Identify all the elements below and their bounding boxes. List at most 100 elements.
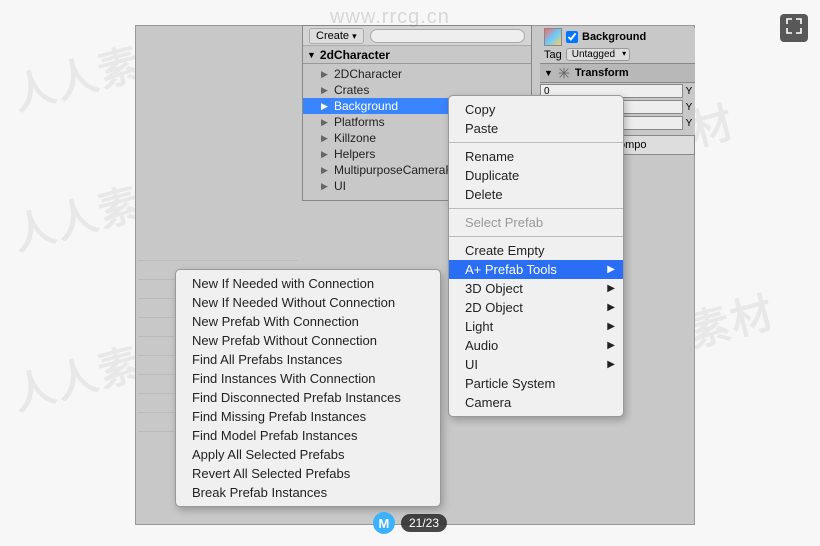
menu-item-label: New Prefab Without Connection	[192, 333, 377, 348]
menu-item-label: Audio	[465, 338, 498, 353]
menu-item-label: New If Needed Without Connection	[192, 295, 395, 310]
menu-item-label: Find Missing Prefab Instances	[192, 409, 366, 424]
menu-item-label: Break Prefab Instances	[192, 485, 327, 500]
menu-item-new-prefab-with-connection[interactable]: New Prefab With Connection	[176, 312, 440, 331]
menu-item-find-instances-with-connection[interactable]: Find Instances With Connection	[176, 369, 440, 388]
menu-item-label: Create Empty	[465, 243, 544, 258]
hierarchy-item-label: Killzone	[334, 131, 376, 145]
triangle-down-icon: ▼	[307, 50, 316, 60]
scene-name: 2dCharacter	[320, 48, 390, 62]
menu-item-copy[interactable]: Copy	[449, 100, 623, 119]
menu-item-label: Delete	[465, 187, 503, 202]
pager: M 21/23	[373, 512, 447, 534]
menu-item-particle-system[interactable]: Particle System	[449, 374, 623, 393]
menu-item-find-model-prefab-instances[interactable]: Find Model Prefab Instances	[176, 426, 440, 445]
create-button[interactable]: Create ▾	[309, 28, 364, 44]
menu-item-new-if-needed-with-connection[interactable]: New If Needed with Connection	[176, 274, 440, 293]
menu-item-rename[interactable]: Rename	[449, 147, 623, 166]
menu-item-label: New If Needed with Connection	[192, 276, 374, 291]
hierarchy-item-2dcharacter[interactable]: ▶ 2DCharacter	[303, 66, 531, 82]
menu-item-audio[interactable]: Audio ▶	[449, 336, 623, 355]
axis-label: Y	[683, 102, 695, 113]
menu-separator	[449, 236, 623, 237]
hierarchy-item-label: Helpers	[334, 147, 375, 161]
menu-item-camera[interactable]: Camera	[449, 393, 623, 412]
triangle-right-icon: ▶	[321, 69, 329, 80]
menu-item-label: Particle System	[465, 376, 555, 391]
logo-icon: M	[373, 512, 395, 534]
submenu-arrow-icon: ▶	[607, 340, 615, 351]
menu-item-apply-all-selected-prefabs[interactable]: Apply All Selected Prefabs	[176, 445, 440, 464]
menu-item-label: A+ Prefab Tools	[465, 262, 557, 277]
triangle-down-icon: ▼	[544, 68, 553, 78]
menu-item-new-if-needed-without-connection[interactable]: New If Needed Without Connection	[176, 293, 440, 312]
submenu-arrow-icon: ▶	[607, 264, 615, 275]
menu-item-a-prefab-tools[interactable]: A+ Prefab Tools ▶	[449, 260, 623, 279]
menu-item-revert-all-selected-prefabs[interactable]: Revert All Selected Prefabs	[176, 464, 440, 483]
submenu-arrow-icon: ▶	[607, 283, 615, 294]
fullscreen-button[interactable]	[780, 14, 808, 42]
menu-item-label: Find Instances With Connection	[192, 371, 376, 386]
menu-item-label: Select Prefab	[465, 215, 543, 230]
menu-separator	[449, 208, 623, 209]
menu-item-2d-object[interactable]: 2D Object ▶	[449, 298, 623, 317]
menu-item-label: Duplicate	[465, 168, 519, 183]
active-checkbox[interactable]	[566, 31, 578, 43]
menu-item-label: Camera	[465, 395, 511, 410]
triangle-right-icon: ▶	[321, 101, 329, 112]
transform-icon	[557, 66, 571, 80]
hierarchy-item-label: 2DCharacter	[334, 67, 402, 81]
menu-item-ui[interactable]: UI▶	[449, 355, 623, 374]
prefab-tools-submenu: New If Needed with Connection New If Need…	[175, 269, 441, 507]
menu-item-find-missing-prefab-instances[interactable]: Find Missing Prefab Instances	[176, 407, 440, 426]
menu-item-select-prefab: Select Prefab	[449, 213, 623, 232]
triangle-right-icon: ▶	[321, 181, 329, 192]
menu-item-label: 3D Object	[465, 281, 523, 296]
menu-item-paste[interactable]: Paste	[449, 119, 623, 138]
tag-label: Tag	[544, 49, 562, 61]
hierarchy-item-label: Background	[334, 99, 398, 113]
menu-item-create-empty[interactable]: Create Empty	[449, 241, 623, 260]
transform-header[interactable]: ▼ Transform	[540, 63, 695, 83]
menu-item-label: Paste	[465, 121, 498, 136]
submenu-arrow-icon: ▶	[607, 359, 615, 370]
menu-item-label: Find All Prefabs Instances	[192, 352, 342, 367]
hierarchy-search-input[interactable]	[370, 29, 525, 43]
triangle-right-icon: ▶	[321, 133, 329, 144]
menu-item-break-prefab-instances[interactable]: Break Prefab Instances	[176, 483, 440, 502]
menu-item-label: New Prefab With Connection	[192, 314, 359, 329]
menu-item-light[interactable]: Light ▶	[449, 317, 623, 336]
triangle-right-icon: ▶	[321, 85, 329, 96]
menu-item-label: Find Model Prefab Instances	[192, 428, 357, 443]
menu-item-label: Light	[465, 319, 493, 334]
hierarchy-item-label: MultipurposeCameraRig	[334, 163, 463, 177]
scene-header[interactable]: ▼ 2dCharacter	[303, 46, 531, 64]
axis-label: Y	[683, 118, 695, 129]
menu-item-find-disconnected-prefab-instances[interactable]: Find Disconnected Prefab Instances	[176, 388, 440, 407]
menu-item-label: Rename	[465, 149, 514, 164]
object-name: Background	[582, 31, 646, 43]
hierarchy-toolbar: Create ▾	[303, 26, 531, 46]
menu-item-find-all-prefabs-instances[interactable]: Find All Prefabs Instances	[176, 350, 440, 369]
menu-item-duplicate[interactable]: Duplicate	[449, 166, 623, 185]
axis-label: Y	[683, 86, 695, 97]
menu-item-label: 2D Object	[465, 300, 523, 315]
tag-dropdown[interactable]: Untagged	[566, 48, 630, 61]
submenu-arrow-icon: ▶	[607, 302, 615, 313]
transform-label: Transform	[575, 67, 629, 79]
menu-item-new-prefab-without-connection[interactable]: New Prefab Without Connection	[176, 331, 440, 350]
menu-item-label: Revert All Selected Prefabs	[192, 466, 350, 481]
triangle-right-icon: ▶	[321, 149, 329, 160]
triangle-right-icon: ▶	[321, 165, 329, 176]
triangle-right-icon: ▶	[321, 117, 329, 128]
menu-item-3d-object[interactable]: 3D Object ▶	[449, 279, 623, 298]
submenu-arrow-icon: ▶	[607, 321, 615, 332]
expand-icon	[786, 18, 802, 39]
hierarchy-item-label: UI	[334, 179, 346, 193]
create-label: Create	[316, 30, 349, 42]
menu-item-label: Find Disconnected Prefab Instances	[192, 390, 401, 405]
dropdown-arrow-icon: ▾	[352, 31, 357, 41]
hierarchy-item-label: Platforms	[334, 115, 385, 129]
hierarchy-item-label: Crates	[334, 83, 369, 97]
menu-item-delete[interactable]: Delete	[449, 185, 623, 204]
